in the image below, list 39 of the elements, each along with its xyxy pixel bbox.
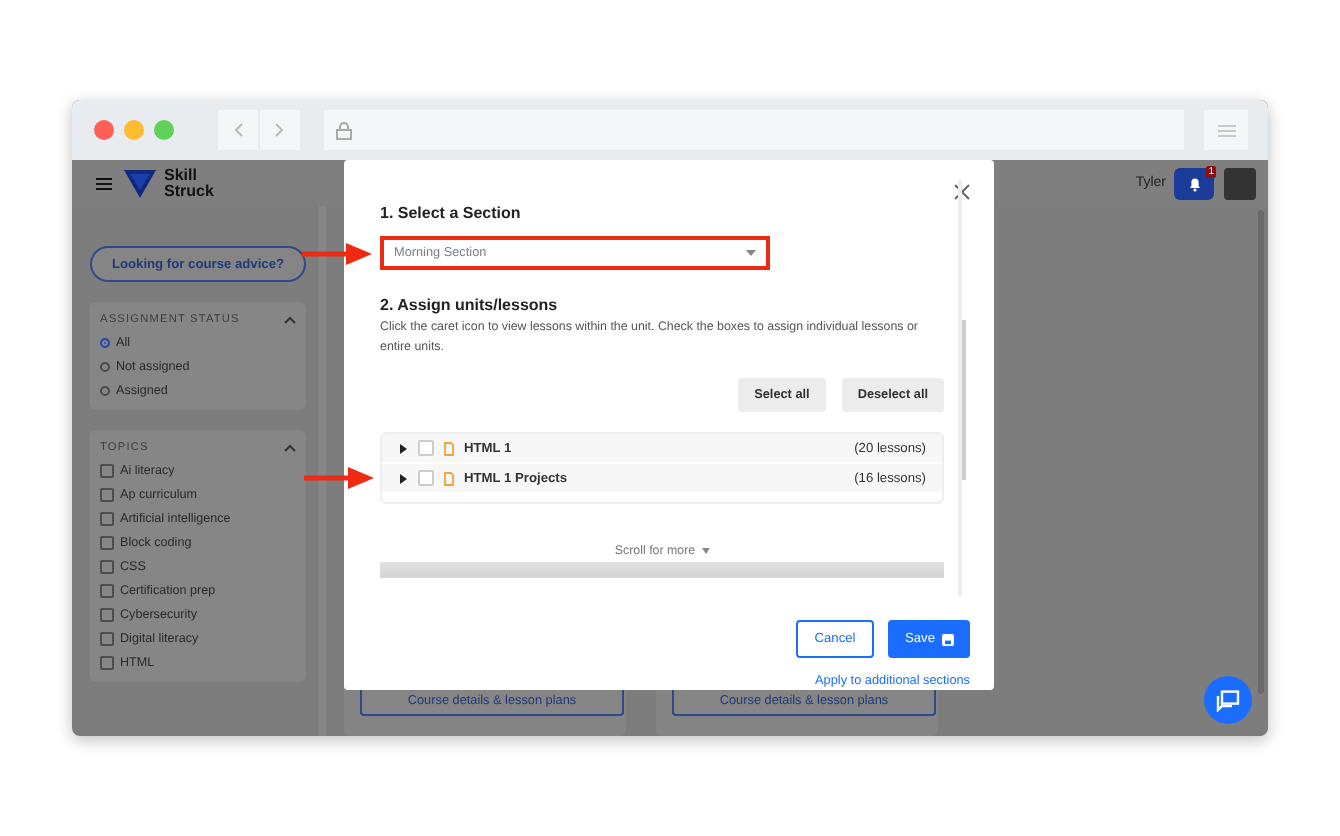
chevron-up-icon[interactable]	[284, 444, 296, 452]
caret-right-icon[interactable]	[398, 473, 408, 483]
checkbox[interactable]	[100, 655, 114, 669]
units-heading: 2. Assign units/lessons	[380, 296, 560, 314]
chevron-up-icon[interactable]	[284, 316, 296, 324]
lock-icon	[336, 121, 352, 139]
logo-icon	[124, 169, 156, 197]
forward-button[interactable]	[260, 110, 300, 150]
scrollbar[interactable]	[962, 320, 966, 480]
chat-button[interactable]	[1204, 676, 1252, 724]
checkbox[interactable]	[100, 583, 114, 597]
checkbox[interactable]	[100, 487, 114, 501]
section-heading: 1. Select a Section	[380, 204, 523, 222]
save-icon	[941, 633, 954, 645]
checkbox[interactable]	[100, 511, 114, 525]
caret-right-icon[interactable]	[398, 443, 408, 453]
caret-down-icon	[746, 250, 756, 256]
close-icon[interactable]	[954, 184, 970, 200]
radio-button[interactable]	[100, 385, 110, 395]
checkbox[interactable]	[100, 535, 114, 549]
menu-icon[interactable]	[96, 177, 112, 189]
checkbox[interactable]	[100, 559, 114, 573]
checkbox[interactable]	[100, 631, 114, 645]
back-button[interactable]	[218, 110, 258, 150]
brand-name: Skill Struck	[164, 167, 214, 199]
checkbox[interactable]	[100, 463, 114, 477]
menu-icon	[1217, 123, 1235, 137]
back-icon	[232, 122, 244, 138]
avatar[interactable]	[1224, 167, 1256, 199]
radio-button[interactable]	[100, 337, 110, 347]
caret-down-icon	[701, 548, 710, 554]
forward-icon	[274, 122, 286, 138]
bell-icon	[1187, 175, 1201, 191]
document-icon	[444, 471, 454, 485]
menu-button[interactable]	[1204, 110, 1248, 150]
radio-button[interactable]	[100, 361, 110, 371]
chat-icon	[1216, 689, 1240, 711]
checkbox[interactable]	[100, 607, 114, 621]
document-icon	[444, 441, 454, 455]
